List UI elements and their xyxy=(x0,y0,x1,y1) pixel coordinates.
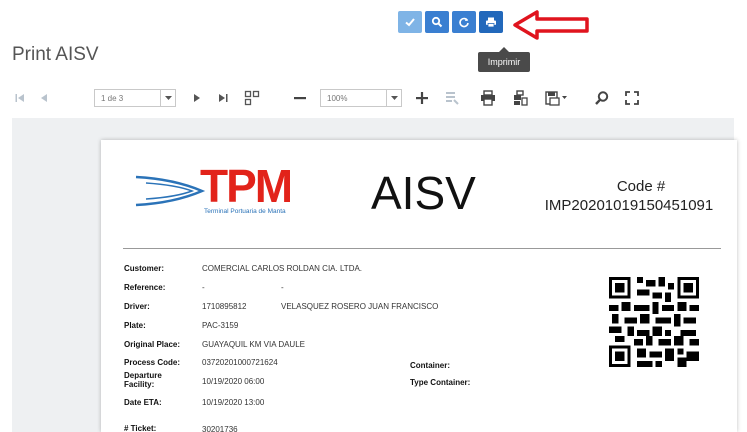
previous-page-icon xyxy=(41,94,47,102)
departure-label-line1: Departure xyxy=(124,371,162,380)
editor-button[interactable] xyxy=(440,86,464,110)
logo-text: TPM xyxy=(200,160,293,212)
editor-icon xyxy=(446,92,459,105)
container-label: Container: xyxy=(410,361,450,370)
zoom-in-button[interactable] xyxy=(410,86,434,110)
departure-label-line2: Facility: xyxy=(124,380,155,389)
page-select-value: 1 de 3 xyxy=(101,93,124,103)
eta-label: Date ETA: xyxy=(124,398,162,407)
print-icon xyxy=(481,90,495,106)
departure-value: 10/19/2020 06:00 xyxy=(202,377,265,386)
page-title: Print AISV xyxy=(12,44,99,65)
refresh-button[interactable] xyxy=(452,11,476,33)
chevron-down-icon xyxy=(160,90,175,106)
first-page-button[interactable] xyxy=(10,86,30,110)
search-button[interactable] xyxy=(425,11,449,33)
code-label: Code # xyxy=(616,178,666,195)
plate-label: Plate: xyxy=(124,321,146,330)
chevron-down-icon xyxy=(386,90,401,106)
refresh-icon xyxy=(459,17,469,28)
report-viewer-toolbar: 1 de 3 100% xyxy=(10,86,650,110)
process-code-value: 03720201000721624 xyxy=(202,358,278,367)
check-icon xyxy=(405,18,415,27)
search-icon xyxy=(595,91,609,105)
code-value: IMP20201019150451091 xyxy=(544,197,714,214)
driver-label: Driver: xyxy=(124,302,150,311)
last-page-button[interactable] xyxy=(212,86,234,110)
customer-value: COMERCIAL CARLOS ROLDAN CIA. LTDA. xyxy=(202,264,363,273)
driver-name: VELASQUEZ ROSERO JUAN FRANCISCO xyxy=(281,302,439,311)
ticket-label: # Ticket: xyxy=(124,424,157,432)
annotation-arrow-icon xyxy=(513,10,589,40)
last-page-icon xyxy=(219,94,228,102)
plate-value: PAC-3159 xyxy=(202,321,239,330)
first-page-icon xyxy=(15,94,24,102)
action-button-group xyxy=(398,11,503,33)
print-tooltip: Imprimir xyxy=(478,47,530,72)
check-button[interactable] xyxy=(398,11,422,33)
process-code-label: Process Code: xyxy=(124,358,181,367)
zoom-select[interactable]: 100% xyxy=(320,89,402,107)
eta-value: 10/19/2020 13:00 xyxy=(202,398,265,407)
minus-icon xyxy=(294,97,306,100)
print-icon xyxy=(486,17,496,28)
print-button[interactable] xyxy=(479,11,503,33)
original-place-value: GUAYAQUIL KM VIA DAULE xyxy=(202,340,305,349)
find-button[interactable] xyxy=(590,86,614,110)
tpm-logo: TPM Terminal Portuaria de Manta xyxy=(134,163,304,217)
logo-swoosh-icon xyxy=(135,175,206,207)
header-divider xyxy=(123,248,721,249)
fullscreen-icon xyxy=(625,91,639,105)
reference-value-1: - xyxy=(202,283,205,292)
type-container-label: Type Container: xyxy=(410,378,471,387)
ticket-value: 30201736 xyxy=(202,425,238,432)
document-title: AISV xyxy=(371,167,476,219)
zoom-out-button[interactable] xyxy=(288,86,312,110)
next-page-button[interactable] xyxy=(186,86,208,110)
previous-page-button[interactable] xyxy=(34,86,54,110)
next-page-icon xyxy=(194,94,200,102)
reference-value-2: - xyxy=(281,283,284,292)
search-icon xyxy=(431,16,443,28)
reference-label: Reference: xyxy=(124,283,166,292)
multi-page-icon xyxy=(244,90,260,106)
report-page: TPM Terminal Portuaria de Manta AISV Cod… xyxy=(101,140,737,432)
original-place-label: Original Place: xyxy=(124,340,181,349)
print-page-button[interactable] xyxy=(508,86,532,110)
print-page-icon xyxy=(514,90,528,106)
zoom-select-value: 100% xyxy=(327,93,348,103)
save-icon xyxy=(545,91,567,106)
fullscreen-button[interactable] xyxy=(620,86,644,110)
plus-icon xyxy=(416,92,428,104)
save-button[interactable] xyxy=(540,86,572,110)
multi-page-button[interactable] xyxy=(240,86,264,110)
qr-code-icon xyxy=(609,277,699,367)
driver-id: 1710895812 xyxy=(202,302,247,311)
departure-label: Departure Facility: xyxy=(124,371,162,389)
customer-label: Customer: xyxy=(124,264,165,273)
viewer-print-button[interactable] xyxy=(476,86,500,110)
logo-subtitle: Terminal Portuaria de Manta xyxy=(204,208,286,215)
page-select[interactable]: 1 de 3 xyxy=(94,89,176,107)
